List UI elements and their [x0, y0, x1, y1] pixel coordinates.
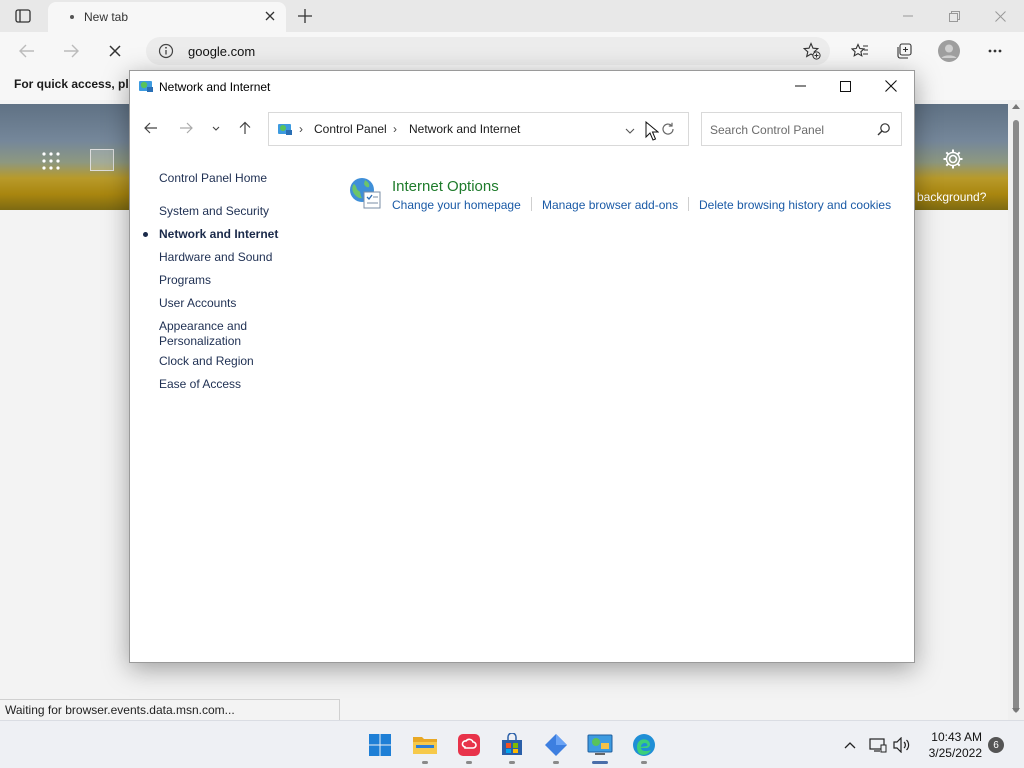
cp-close-button[interactable] — [868, 71, 914, 101]
back-icon[interactable] — [14, 39, 40, 63]
task-separator — [688, 197, 689, 211]
sidebar-item-user-accounts[interactable]: User Accounts — [159, 296, 236, 311]
control-panel-icon — [277, 121, 293, 140]
sidebar-item-system-security[interactable]: System and Security — [159, 204, 269, 219]
cp-back-icon[interactable] — [139, 114, 163, 142]
cp-address-bar[interactable]: › Control Panel › Network and Internet — [268, 112, 689, 146]
search-icon[interactable] — [877, 122, 891, 139]
internet-options-icon[interactable] — [348, 176, 382, 213]
taskbar: 10:43 AM 3/25/2022 6 — [0, 720, 1024, 768]
address-dropdown-icon[interactable] — [625, 123, 635, 137]
file-explorer-icon[interactable] — [411, 731, 439, 759]
active-indicator — [592, 761, 608, 764]
running-indicator — [422, 761, 428, 764]
cp-maximize-button[interactable] — [822, 71, 868, 101]
task-separator — [531, 197, 532, 211]
tab-loading-icon — [70, 15, 74, 19]
running-indicator — [509, 761, 515, 764]
sidebar-item-appearance[interactable]: Appearance and — [159, 319, 247, 334]
background-question[interactable]: background? — [917, 190, 986, 204]
sidebar-item-appearance-line2[interactable]: Personalization — [159, 334, 241, 349]
refresh-icon[interactable] — [661, 122, 675, 139]
creative-cloud-icon[interactable] — [455, 731, 483, 759]
address-input[interactable]: google.com — [188, 44, 255, 59]
forward-icon[interactable] — [58, 39, 84, 63]
start-icon[interactable] — [366, 731, 394, 759]
cp-search-box[interactable]: Search Control Panel — [701, 112, 902, 146]
page-scrollbar[interactable] — [1008, 100, 1024, 720]
scroll-down-icon[interactable] — [1012, 708, 1020, 713]
breadcrumb-separator-icon[interactable]: › — [393, 122, 397, 136]
more-menu-icon[interactable] — [982, 39, 1008, 63]
breadcrumb-control-panel[interactable]: Control Panel — [314, 122, 387, 136]
control-panel-taskbar-icon[interactable] — [586, 731, 614, 759]
edge-icon[interactable] — [630, 731, 658, 759]
notification-badge[interactable]: 6 — [988, 737, 1004, 753]
sidebar-item-label: Network and Internet — [159, 227, 279, 241]
scroll-thumb[interactable] — [1013, 120, 1019, 712]
running-indicator — [553, 761, 559, 764]
status-text: Waiting for browser.events.data.msn.com.… — [5, 703, 235, 717]
network-tray-icon[interactable] — [869, 736, 887, 754]
tab-title: New tab — [84, 10, 129, 24]
tab-actions-icon[interactable] — [8, 6, 38, 26]
browser-status-bar: Waiting for browser.events.data.msn.com.… — [0, 699, 340, 720]
profile-avatar[interactable] — [936, 39, 962, 63]
control-panel-window: Network and Internet › Control Panel › N… — [129, 70, 915, 663]
stop-loading-icon[interactable] — [102, 39, 128, 63]
favorites-bar-hint: For quick access, plac — [14, 77, 130, 91]
site-info-icon[interactable] — [158, 43, 174, 62]
window-title: Network and Internet — [159, 80, 271, 94]
cp-minimize-button[interactable] — [777, 71, 823, 101]
cp-recent-dropdown-icon[interactable] — [204, 114, 228, 142]
sidebar-item-ease-of-access[interactable]: Ease of Access — [159, 377, 241, 392]
tab-close-icon[interactable] — [262, 8, 278, 24]
app-blue-diamond-icon[interactable] — [542, 731, 570, 759]
sidebar-item-network-internet[interactable]: Network and Internet — [143, 227, 279, 242]
control-panel-titlebar[interactable]: Network and Internet — [130, 71, 914, 101]
task-change-homepage[interactable]: Change your homepage — [392, 198, 521, 212]
browser-restore-button[interactable] — [934, 4, 974, 28]
favorites-icon[interactable] — [847, 39, 873, 63]
browser-minimize-button[interactable] — [888, 4, 928, 28]
running-indicator — [641, 761, 647, 764]
scroll-up-icon[interactable] — [1012, 104, 1020, 109]
clock-date[interactable]: 3/25/2022 — [924, 746, 982, 760]
sidebar-item-hardware-sound[interactable]: Hardware and Sound — [159, 250, 272, 265]
cp-forward-icon[interactable] — [174, 114, 198, 142]
cp-up-icon[interactable] — [233, 114, 257, 142]
sidebar-item-clock-region[interactable]: Clock and Region — [159, 354, 254, 369]
settings-gear-icon[interactable] — [942, 148, 964, 173]
task-delete-history[interactable]: Delete browsing history and cookies — [699, 198, 891, 212]
breadcrumb-separator-icon[interactable]: › — [299, 122, 303, 136]
address-bar[interactable]: google.com — [146, 37, 830, 65]
volume-icon[interactable] — [893, 736, 911, 754]
apps-grid-icon[interactable] — [42, 152, 60, 173]
store-icon[interactable] — [498, 731, 526, 759]
sidebar-control-panel-home[interactable]: Control Panel Home — [159, 171, 267, 186]
active-bullet-icon — [143, 232, 148, 237]
browser-close-button[interactable] — [980, 4, 1020, 28]
collections-icon[interactable] — [891, 39, 917, 63]
new-tab-button[interactable] — [294, 5, 316, 27]
broken-image-icon — [90, 149, 114, 171]
network-internet-icon — [138, 78, 154, 97]
internet-options-link[interactable]: Internet Options — [392, 178, 499, 195]
search-placeholder[interactable]: Search Control Panel — [710, 123, 824, 137]
clock-time[interactable]: 10:43 AM — [926, 730, 982, 744]
browser-tab[interactable]: New tab — [48, 2, 286, 32]
mouse-cursor-icon — [645, 120, 660, 144]
sidebar-item-programs[interactable]: Programs — [159, 273, 211, 288]
add-favorite-icon[interactable] — [802, 41, 822, 61]
breadcrumb-network-internet[interactable]: Network and Internet — [409, 122, 520, 136]
browser-toolbar: google.com — [0, 32, 1024, 70]
browser-tab-strip: New tab — [0, 0, 1024, 32]
show-hidden-icons-icon[interactable] — [841, 736, 859, 754]
running-indicator — [466, 761, 472, 764]
task-manage-addons[interactable]: Manage browser add-ons — [542, 198, 678, 212]
